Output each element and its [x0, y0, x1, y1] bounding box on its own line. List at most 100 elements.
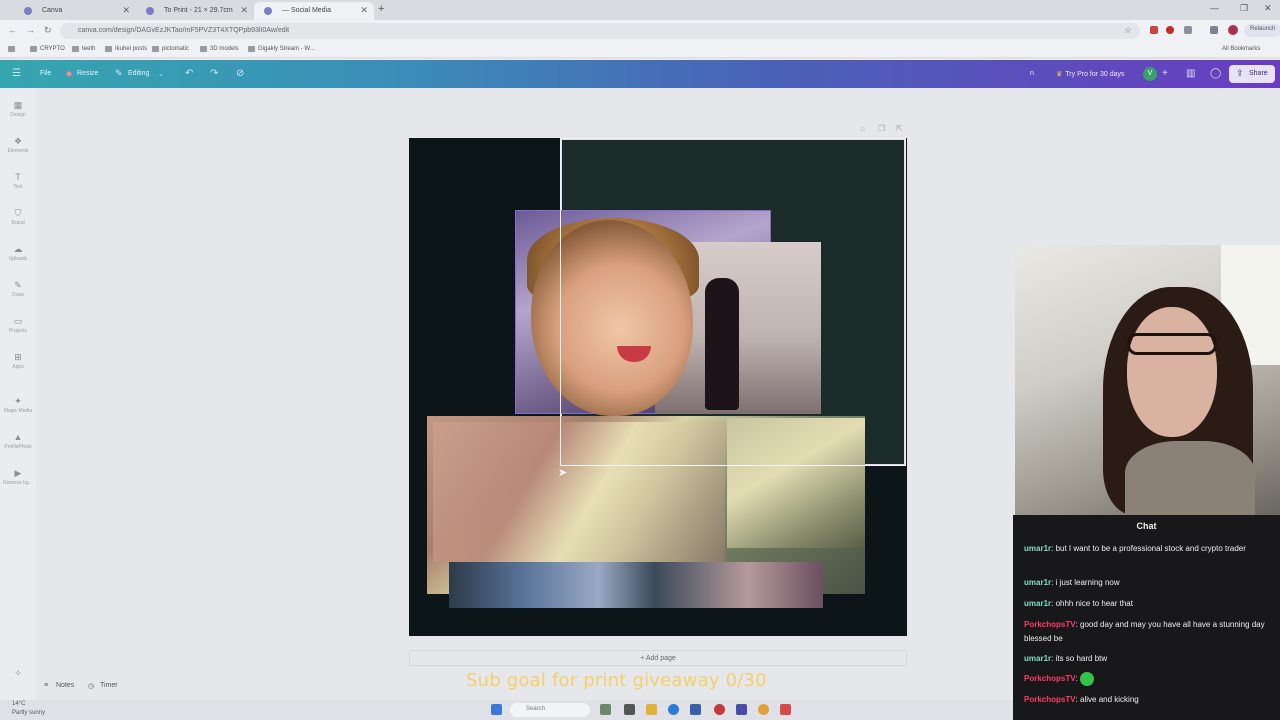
close-icon[interactable]: ✕: [122, 5, 130, 16]
selection-frame[interactable]: [560, 138, 906, 466]
chevron-down-icon[interactable]: ⌄: [158, 70, 164, 78]
sidebar-item-label: Magic Media: [3, 408, 33, 414]
bookmark-item[interactable]: pictomatic: [152, 46, 189, 52]
bookmark-item[interactable]: 3D models: [200, 46, 239, 52]
back-icon[interactable]: ←: [8, 25, 17, 35]
notes-button[interactable]: Notes: [56, 682, 74, 689]
bookmarks-bar: CRYPTO teeth Ikuhei posts pictomatic 3D …: [0, 42, 1280, 58]
timer-icon: ◷: [88, 683, 95, 690]
lock-icon[interactable]: ⌂: [860, 124, 865, 133]
editing-mode-button[interactable]: Editing: [128, 70, 149, 77]
chat-message: PorkchopsTV: alive and kicking: [1024, 695, 1139, 704]
relaunch-button[interactable]: Relaunch: [1244, 24, 1280, 37]
uploads-icon: ☁: [13, 244, 23, 254]
strip-collage-image[interactable]: [449, 562, 823, 608]
sidebar-item-remove-bg[interactable]: ▶ Remove bg...: [0, 468, 36, 486]
address-bar-row: ← → ↻ canva.com/design/DAGvEzJKTao/mF5PV…: [0, 20, 1280, 42]
new-tab-button[interactable]: +: [378, 3, 384, 15]
mouse-cursor-icon: ➤: [558, 467, 568, 479]
extension-icon[interactable]: [1166, 26, 1174, 34]
add-collaborator-icon[interactable]: +: [1162, 68, 1168, 79]
bookmark-item[interactable]: Gigakly Stream - W...: [248, 46, 315, 52]
sidebar-item-text[interactable]: T Text: [0, 172, 36, 190]
tab-canva[interactable]: Canva ✕: [14, 2, 136, 20]
sidebar-item-magic-media[interactable]: ✦ Magic Media: [0, 396, 36, 414]
add-page-icon[interactable]: ⇱: [896, 124, 903, 133]
sidebar-item-label: Apps: [12, 364, 24, 370]
edge-icon[interactable]: [668, 704, 679, 715]
sidebar-item-apps[interactable]: ⊞ Apps: [0, 352, 36, 370]
sidebar-item-uploads[interactable]: ☁ Uploads: [0, 244, 36, 262]
taskbar-app-icon[interactable]: [780, 704, 791, 715]
text-icon: T: [15, 172, 21, 182]
maximize-icon[interactable]: ❐: [1240, 3, 1248, 14]
sidebar-item-profile-photo[interactable]: ▲ ProfilePhoto: [0, 432, 36, 450]
design-name[interactable]: n: [1030, 70, 1034, 77]
windows-start-icon[interactable]: [491, 704, 502, 715]
url-field[interactable]: canva.com/design/DAGvEzJKTao/mF5PVZ3T4XT…: [60, 23, 1140, 39]
downloads-icon[interactable]: [1210, 26, 1218, 34]
user-avatar[interactable]: V: [1143, 67, 1157, 81]
file-menu[interactable]: File: [40, 70, 51, 77]
all-bookmarks-link[interactable]: All Bookmarks: [1222, 46, 1260, 52]
profile-avatar-icon[interactable]: [1228, 25, 1238, 35]
bookmark-item[interactable]: CRYPTO: [30, 46, 65, 52]
taskbar-search[interactable]: Search: [510, 703, 590, 717]
sidebar-item-label: Elements: [7, 148, 29, 154]
duplicate-page-icon[interactable]: ❐: [878, 124, 885, 133]
sidebar-item-elements[interactable]: ❖ Elements: [0, 136, 36, 154]
pencil-icon: ✎: [115, 68, 123, 78]
share-button[interactable]: ⇪ Share: [1229, 65, 1275, 83]
insights-icon[interactable]: ▥: [1186, 68, 1195, 79]
comment-icon[interactable]: ◯: [1210, 68, 1221, 79]
sidebar-item-draw[interactable]: ✎ Draw: [0, 280, 36, 298]
reload-icon[interactable]: ↻: [44, 25, 52, 36]
task-view-icon[interactable]: [624, 704, 635, 715]
resize-button[interactable]: Resize: [77, 70, 98, 77]
cloud-save-icon[interactable]: ⊘: [236, 68, 244, 79]
sidebar-item-design[interactable]: ▦ Design: [0, 100, 36, 118]
chat-message: umar1r: ohhh nice to hear that: [1024, 599, 1133, 608]
weather-widget[interactable]: 14°C Partly sunny: [12, 700, 45, 718]
browser-tab-bar: Canva ✕ To Print - 21 × 29.7cm ✕ — Socia…: [0, 0, 1280, 20]
tab-label: To Print - 21 × 29.7cm: [164, 7, 233, 14]
tab-social-media[interactable]: — Social Media ✕: [254, 2, 374, 20]
design-canvas[interactable]: ➤: [409, 138, 907, 636]
taskbar-app-icon[interactable]: [714, 704, 725, 715]
sidebar-item-help[interactable]: ✧: [0, 668, 36, 680]
chat-message: PorkchopsTV: good day and may you have a…: [1024, 620, 1265, 643]
close-icon[interactable]: ✕: [360, 5, 368, 16]
streamer-face: [1127, 307, 1217, 437]
share-label: Share: [1249, 70, 1268, 77]
chat-message: umar1r: i just learning now: [1024, 578, 1120, 587]
sub-goal-overlay: Sub goal for print giveaway 0/30: [466, 670, 767, 691]
chat-text: i just learning now: [1055, 578, 1120, 587]
sidebar-item-brand[interactable]: ⛉ Brand: [0, 208, 36, 226]
close-window-icon[interactable]: ✕: [1264, 3, 1272, 14]
menu-icon[interactable]: ☰: [12, 68, 21, 79]
chat-message: umar1r: but I want to be a professional …: [1024, 544, 1246, 553]
redo-icon[interactable]: ↷: [210, 68, 218, 79]
bookmark-star-icon[interactable]: ☆: [1124, 25, 1132, 36]
extension-icon[interactable]: [1150, 26, 1158, 34]
timer-button[interactable]: Timer: [100, 682, 118, 689]
tab-to-print[interactable]: To Print - 21 × 29.7cm ✕: [136, 2, 254, 20]
try-pro-button[interactable]: ♛ Try Pro for 30 days: [1056, 70, 1125, 78]
taskbar-app-icon[interactable]: [690, 704, 701, 715]
bookmark-item[interactable]: teeth: [72, 46, 95, 52]
taskbar-app-icon[interactable]: [600, 704, 611, 715]
notes-icon: ≡: [44, 682, 49, 689]
brand-icon: ⛉: [14, 208, 22, 218]
sidebar-item-projects[interactable]: ▭ Projects: [0, 316, 36, 334]
forward-icon[interactable]: →: [26, 25, 35, 35]
add-page-button[interactable]: + Add page: [409, 650, 907, 666]
file-explorer-icon[interactable]: [646, 704, 657, 715]
chrome-icon[interactable]: [758, 704, 769, 715]
taskbar-app-icon[interactable]: [736, 704, 747, 715]
bookmark-item[interactable]: Ikuhei posts: [105, 46, 147, 52]
close-icon[interactable]: ✕: [240, 5, 248, 16]
undo-icon[interactable]: ↶: [185, 68, 193, 79]
extensions-puzzle-icon[interactable]: [1184, 26, 1192, 34]
canva-header: ☰ File ◆ Resize ✎ Editing ⌄ ↶ ↷ ⊘ n ♛ Try…: [0, 60, 1280, 88]
minimize-icon[interactable]: —: [1210, 3, 1219, 13]
